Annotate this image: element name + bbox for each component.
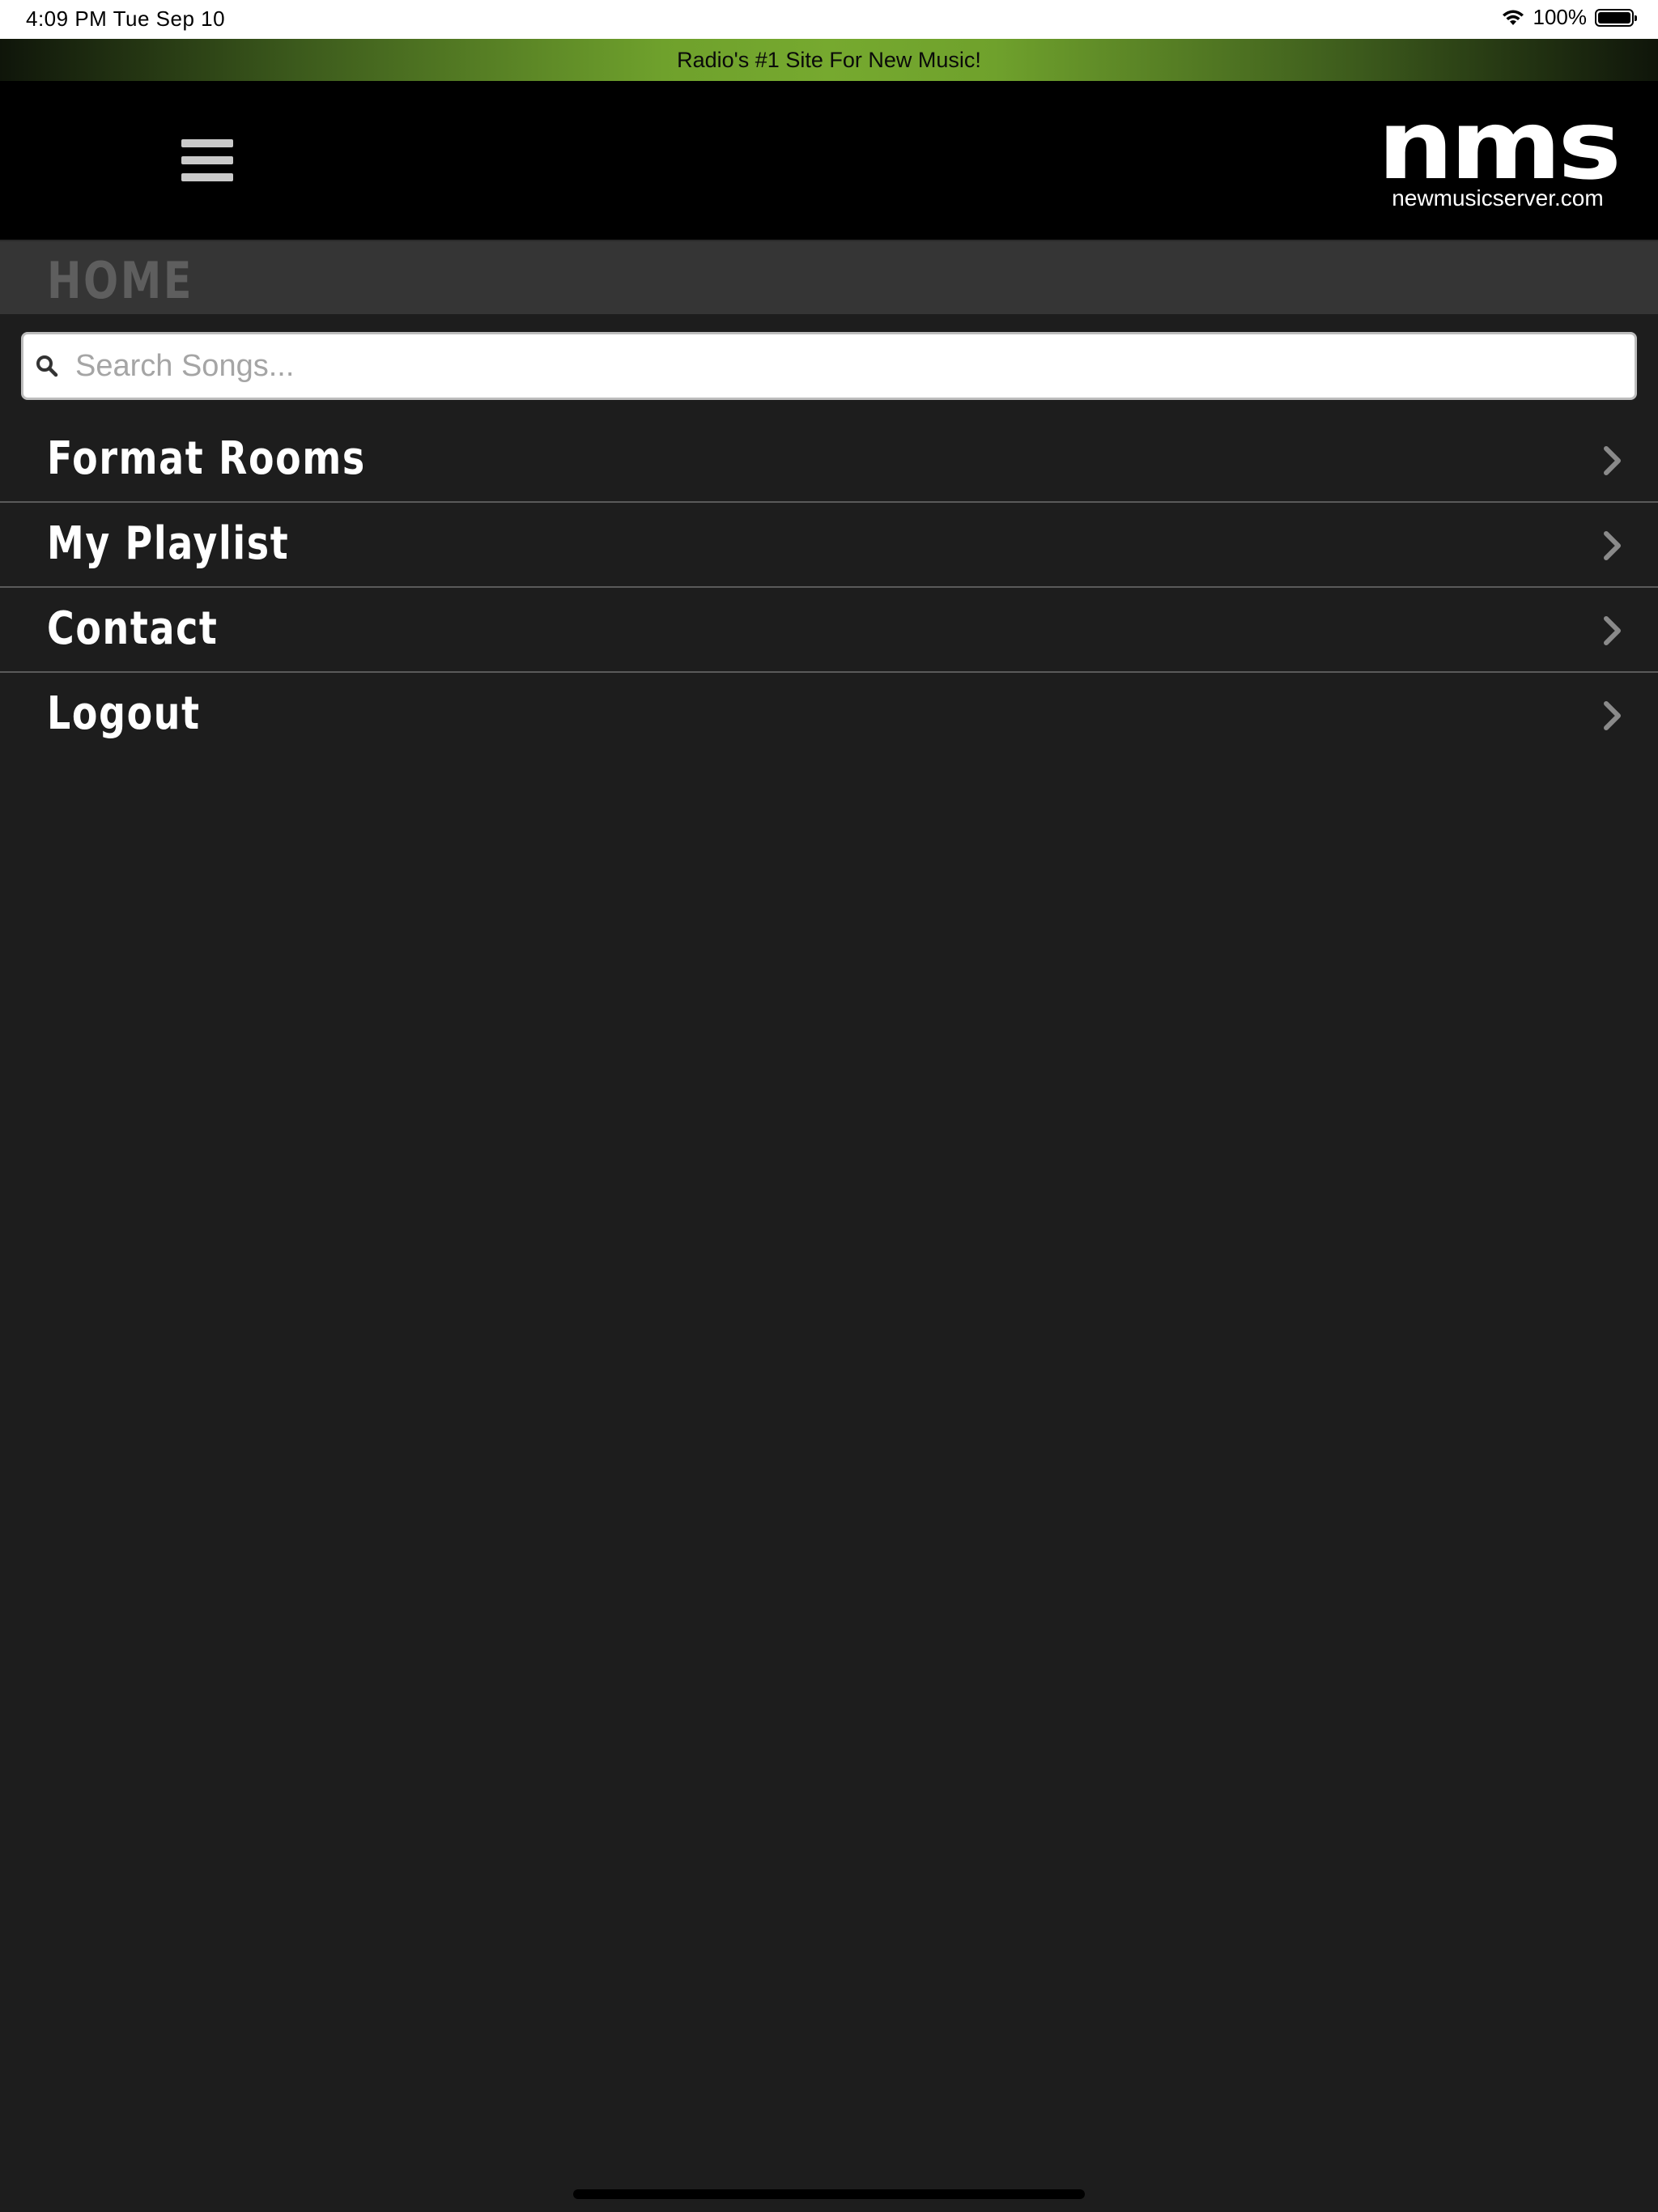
tagline-banner: Radio's #1 Site For New Music! (0, 39, 1658, 81)
menu-item-my-playlist[interactable]: My Playlist (0, 503, 1658, 588)
logo-mark: nms (1377, 89, 1622, 201)
menu-item-label: My Playlist (47, 517, 290, 570)
status-bar: 4:09 PM Tue Sep 10 100% (0, 0, 1658, 39)
site-header: nms newmusicserver.com (0, 81, 1658, 240)
search-box[interactable] (21, 332, 1637, 400)
hamburger-menu-icon[interactable] (181, 139, 233, 181)
search-input[interactable] (75, 334, 1613, 398)
menu-item-logout[interactable]: Logout (0, 673, 1658, 758)
menu-item-format-rooms[interactable]: Format Rooms (0, 418, 1658, 503)
chevron-right-icon (1604, 531, 1621, 560)
wifi-icon (1501, 8, 1525, 28)
page-title-bar: HOME (0, 240, 1658, 314)
nms-logo[interactable]: nms newmusicserver.com (1377, 97, 1622, 219)
menu-item-label: Contact (47, 602, 219, 655)
home-indicator[interactable] (573, 2189, 1085, 2199)
battery-percent: 100% (1533, 5, 1588, 29)
page-title: HOME (47, 251, 193, 310)
status-time: 4:09 PM Tue Sep 10 (26, 6, 226, 31)
battery-icon (1595, 8, 1637, 27)
chevron-right-icon (1604, 446, 1621, 475)
menu-item-label: Logout (47, 687, 201, 740)
search-icon (36, 355, 58, 377)
menu-item-contact[interactable]: Contact (0, 588, 1658, 673)
menu-item-label: Format Rooms (47, 432, 366, 485)
chevron-right-icon (1604, 701, 1621, 730)
status-indicators: 100% (1501, 5, 1637, 30)
chevron-right-icon (1604, 616, 1621, 645)
main-menu: Format Rooms My Playlist Contact Logout (0, 418, 1658, 758)
tagline-text: Radio's #1 Site For New Music! (677, 48, 981, 72)
